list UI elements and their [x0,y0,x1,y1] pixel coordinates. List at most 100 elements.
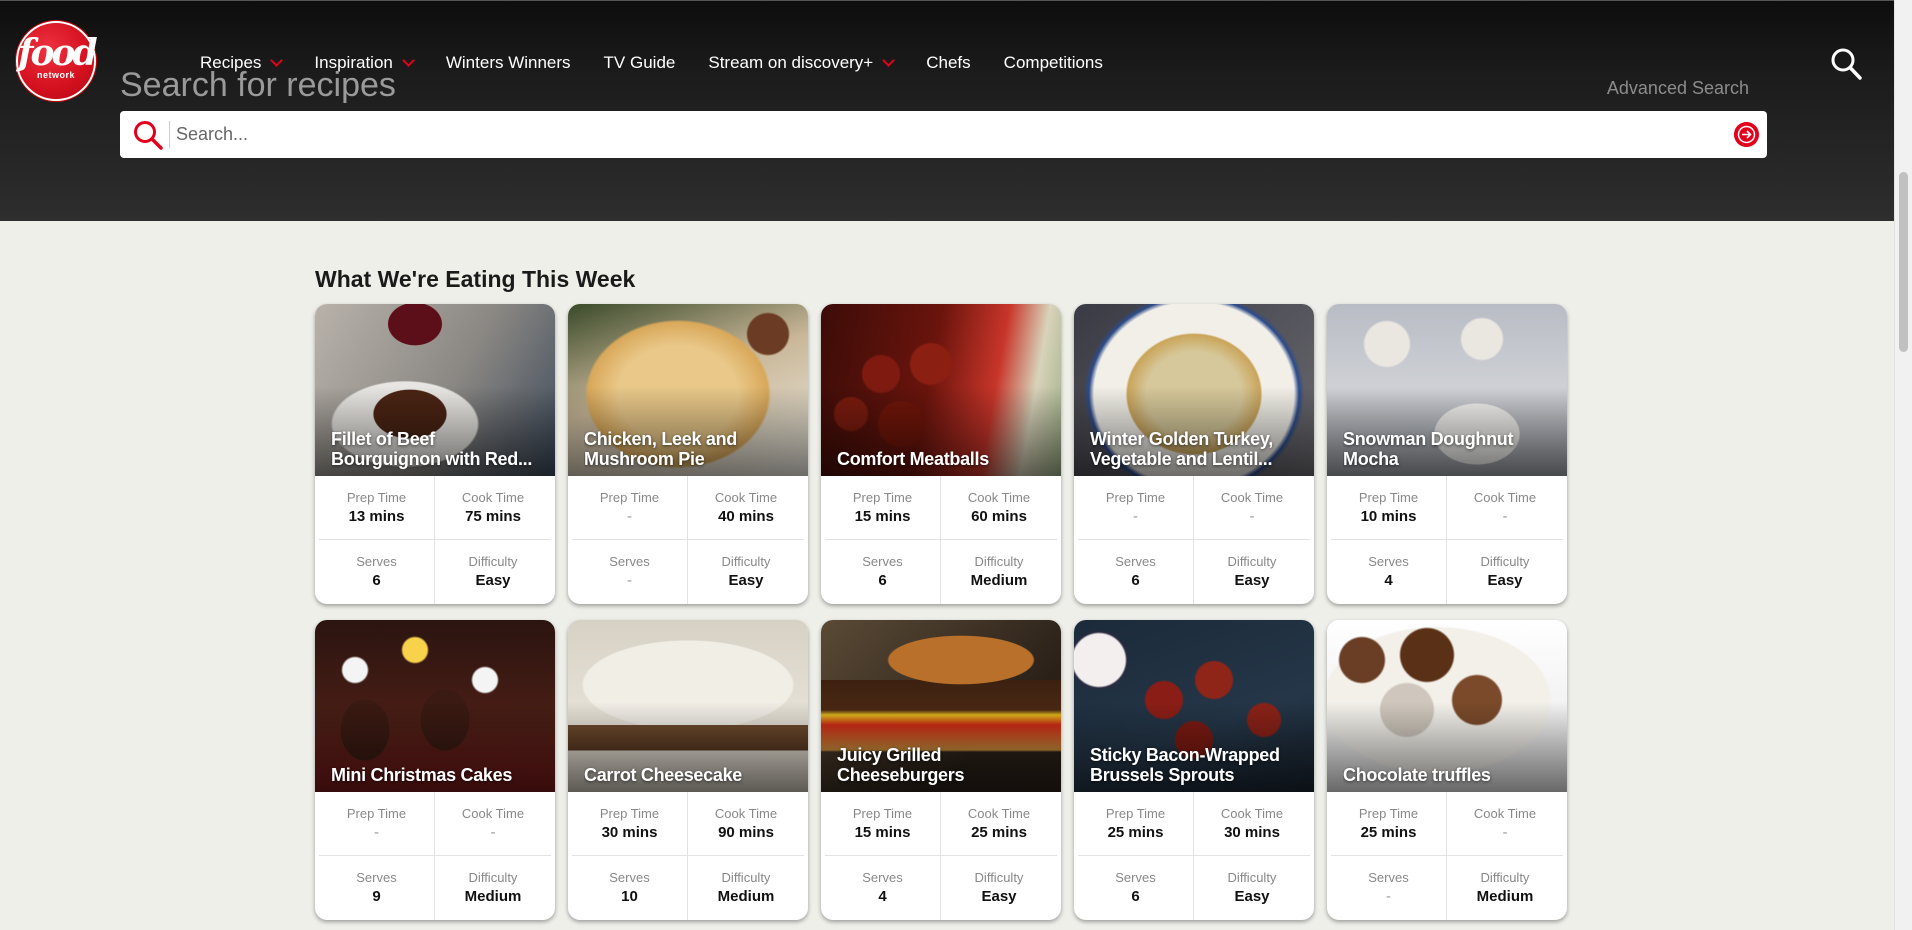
nav-item-winters-winners[interactable]: Winters Winners [446,53,571,73]
stat-cook: Cook Time 75 mins [435,476,551,540]
stat-label: Prep Time [852,805,913,821]
stat-serves: Serves 6 [1078,856,1194,920]
recipe-title[interactable]: Comfort Meatballs [837,449,1049,469]
stat-label: Prep Time [346,489,407,505]
stat-value: Medium [1476,888,1534,905]
stat-prep: Prep Time 25 mins [1078,792,1194,856]
recipe-stats: Prep Time 10 mins Cook Time - Serves 4 Difficu… [1327,476,1567,604]
recipe-image[interactable]: Comfort Meatballs [821,304,1061,476]
stat-cook: Cook Time - [1447,792,1563,856]
stat-value: 6 [372,572,381,589]
stat-prep: Prep Time 25 mins [1331,792,1447,856]
stat-label: Difficulty [1480,554,1530,569]
stat-cook: Cook Time 30 mins [1194,792,1310,856]
recipe-image[interactable]: Snowman Doughnut Mocha [1327,304,1567,476]
stat-value: Easy [1234,572,1270,589]
recipe-title[interactable]: Juicy Grilled Cheeseburgers [837,745,1049,785]
recipe-card[interactable]: Juicy Grilled Cheeseburgers Prep Time 15 m… [821,620,1061,920]
nav-item-stream-on-discovery[interactable]: Stream on discovery+ [708,53,896,73]
recipe-card[interactable]: Winter Golden Turkey, Vegetable and Lent… [1074,304,1314,604]
recipe-card[interactable]: Chicken, Leek and Mushroom Pie Prep Time -… [568,304,808,604]
stat-label: Cook Time [1473,489,1537,505]
recipe-image[interactable]: Sticky Bacon-Wrapped Brussels Sprouts [1074,620,1314,792]
stat-value: - [490,823,496,841]
recipe-title[interactable]: Snowman Doughnut Mocha [1343,429,1555,469]
stat-label: Cook Time [1220,489,1284,505]
recipe-image[interactable]: Chocolate truffles [1327,620,1567,792]
site-header: food network Recipes Inspiration Winters W… [0,0,1894,221]
recipe-title[interactable]: Chicken, Leek and Mushroom Pie [584,429,796,469]
stat-label: Difficulty [1480,870,1530,885]
recipe-image[interactable]: Juicy Grilled Cheeseburgers [821,620,1061,792]
recipe-stats: Prep Time 15 mins Cook Time 25 mins Serves 4 D… [821,792,1061,920]
stat-cook: Cook Time 60 mins [941,476,1057,540]
recipe-title[interactable]: Mini Christmas Cakes [331,765,543,785]
recipe-title[interactable]: Chocolate truffles [1343,765,1555,785]
stat-difficulty: Difficulty Easy [1194,856,1310,920]
stat-value: 15 mins [854,823,911,841]
stat-label: Difficulty [1227,870,1277,885]
recipe-card[interactable]: Mini Christmas Cakes Prep Time - Cook Time -… [315,620,555,920]
stat-value: 60 mins [971,507,1027,525]
stat-value: 6 [1131,572,1140,589]
logo-wordmark: food [18,32,98,74]
stat-prep: Prep Time - [319,792,435,856]
stat-serves: Serves 10 [572,856,688,920]
chevron-down-icon [401,53,415,67]
recipe-image[interactable]: Winter Golden Turkey, Vegetable and Lent… [1074,304,1314,476]
stat-value: - [1249,507,1255,525]
recipe-stats: Prep Time - Cook Time - Serves 9 Difficulty Med… [315,792,555,920]
recipe-card[interactable]: Chocolate truffles Prep Time 25 mins Cook T… [1327,620,1567,920]
recipe-stats: Prep Time 15 mins Cook Time 60 mins Serves 6 D… [821,476,1061,604]
stat-label: Prep Time [1105,489,1166,505]
recipe-stats: Prep Time 25 mins Cook Time - Serves - Difficu… [1327,792,1567,920]
stat-value: 6 [1131,888,1140,905]
nav-label: Stream on discovery+ [708,53,874,72]
recipe-image[interactable]: Fillet of Beef Bourguignon with Red... [315,304,555,476]
recipe-search-input[interactable] [176,117,1676,152]
stat-serves: Serves 4 [1331,540,1447,604]
stat-value: 25 mins [1360,823,1417,841]
stat-label: Serves [1368,870,1409,885]
stat-label: Serves [862,870,903,885]
recipe-card[interactable]: Snowman Doughnut Mocha Prep Time 10 mins Co… [1327,304,1567,604]
recipe-card[interactable]: Sticky Bacon-Wrapped Brussels Sprouts Pre… [1074,620,1314,920]
recipe-image[interactable]: Mini Christmas Cakes [315,620,555,792]
recipe-image[interactable]: Chicken, Leek and Mushroom Pie [568,304,808,476]
stat-prep: Prep Time - [1078,476,1194,540]
food-network-logo[interactable]: food network [16,21,98,101]
stat-value: Easy [475,572,511,589]
stat-value: 40 mins [718,507,774,525]
recipe-title[interactable]: Sticky Bacon-Wrapped Brussels Sprouts [1090,745,1302,785]
chevron-down-icon [882,53,896,67]
nav-item-tv-guide[interactable]: TV Guide [604,53,676,73]
recipe-title[interactable]: Carrot Cheesecake [584,765,796,785]
stat-value: - [1386,888,1391,905]
nav-item-competitions[interactable]: Competitions [1004,53,1103,73]
stat-label: Serves [1115,554,1156,569]
recipe-card[interactable]: Carrot Cheesecake Prep Time 30 mins Cook Ti… [568,620,808,920]
recipe-title[interactable]: Winter Golden Turkey, Vegetable and Lent… [1090,429,1302,469]
advanced-search-link[interactable]: Advanced Search [1607,78,1749,99]
stat-prep: Prep Time 10 mins [1331,476,1447,540]
stat-value: Medium [970,572,1028,589]
recipe-card[interactable]: Comfort Meatballs Prep Time 15 mins Cook Ti… [821,304,1061,604]
nav-item-chefs[interactable]: Chefs [926,53,970,73]
recipe-card[interactable]: Fillet of Beef Bourguignon with Red... Pr… [315,304,555,604]
stat-difficulty: Difficulty Easy [688,540,804,604]
recipe-image[interactable]: Carrot Cheesecake [568,620,808,792]
stat-label: Serves [1368,554,1409,569]
stat-value: 75 mins [465,507,521,525]
stat-cook: Cook Time 25 mins [941,792,1057,856]
scrollbar-thumb[interactable] [1899,172,1908,352]
stat-value: - [1502,507,1508,525]
stat-label: Cook Time [714,805,778,821]
stat-value: 13 mins [348,507,405,525]
page-scrollbar[interactable] [1894,0,1912,930]
stat-value: 30 mins [601,823,658,841]
stat-value: 10 [621,888,638,905]
stat-label: Difficulty [1227,554,1277,569]
search-icon[interactable] [1830,47,1862,81]
recipe-title[interactable]: Fillet of Beef Bourguignon with Red... [331,429,543,469]
search-submit-arrow-icon[interactable] [1734,122,1759,147]
